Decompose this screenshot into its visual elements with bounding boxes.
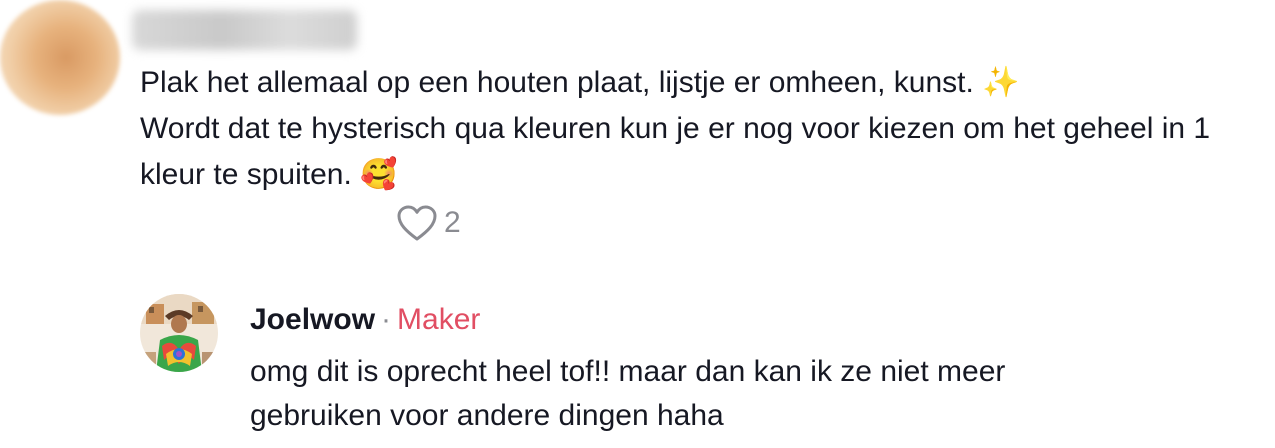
reply-text: omg dit is oprecht heel tof!! maar dan k… <box>250 355 1006 432</box>
heart-outline-icon[interactable] <box>396 204 438 242</box>
reply-header: Joelwow · Maker <box>250 300 480 340</box>
reply-username[interactable]: Joelwow <box>250 303 375 336</box>
reply-separator: · <box>381 303 392 336</box>
comment-username[interactable] <box>132 10 357 50</box>
avatar[interactable] <box>0 0 120 115</box>
creator-badge: Maker <box>397 303 481 336</box>
like-button[interactable]: 2 <box>396 204 461 242</box>
reply-avatar[interactable] <box>140 294 218 372</box>
comment-text: Plak het allemaal op een houten plaat, l… <box>140 66 1211 191</box>
like-count: 2 <box>444 206 461 239</box>
